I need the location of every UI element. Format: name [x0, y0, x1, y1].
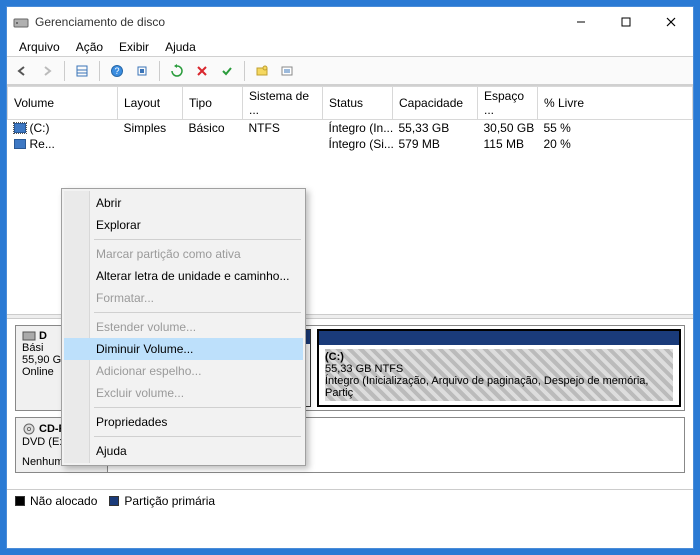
col-type[interactable]: Tipo [183, 87, 243, 120]
cm-delete: Excluir volume... [64, 382, 303, 404]
menu-action[interactable]: Ação [70, 38, 109, 56]
titlebar: Gerenciamento de disco [7, 7, 693, 37]
refresh-icon[interactable] [166, 60, 188, 82]
legend: Não alocado Partição primária [7, 489, 693, 512]
settings-icon[interactable] [131, 60, 153, 82]
content-area: Volume Layout Tipo Sistema de ... Status… [7, 85, 693, 548]
col-capacity[interactable]: Capacidade [393, 87, 478, 120]
swatch-unallocated [15, 496, 25, 506]
delete-icon[interactable] [191, 60, 213, 82]
volume-row[interactable]: Re... Íntegro (Si... 579 MB 115 MB 20 % [8, 136, 693, 152]
help-icon[interactable]: ? [106, 60, 128, 82]
cm-shrink[interactable]: Diminuir Volume... [64, 338, 303, 360]
check-icon[interactable] [216, 60, 238, 82]
col-status[interactable]: Status [323, 87, 393, 120]
list-view-icon[interactable] [71, 60, 93, 82]
table-header: Volume Layout Tipo Sistema de ... Status… [8, 87, 693, 120]
toolbar: ? [7, 57, 693, 85]
cm-add-mirror: Adicionar espelho... [64, 360, 303, 382]
menu-help[interactable]: Ajuda [159, 38, 202, 56]
cm-change-letter[interactable]: Alterar letra de unidade e caminho... [64, 265, 303, 287]
hdd-icon [22, 330, 36, 342]
cm-mark-active: Marcar partição como ativa [64, 243, 303, 265]
disk-mgmt-icon [13, 14, 29, 30]
maximize-button[interactable] [603, 7, 648, 37]
volume-icon [14, 139, 26, 149]
menu-file[interactable]: Arquivo [13, 38, 66, 56]
cm-properties[interactable]: Propriedades [64, 411, 303, 433]
col-free[interactable]: Espaço ... [478, 87, 538, 120]
minimize-button[interactable] [558, 7, 603, 37]
cm-explore[interactable]: Explorar [64, 214, 303, 236]
window: Gerenciamento de disco Arquivo Ação Exib… [6, 6, 694, 549]
col-pfree[interactable]: % Livre [538, 87, 693, 120]
close-button[interactable] [648, 7, 693, 37]
cdrom-icon [22, 422, 36, 436]
cm-open[interactable]: Abrir [64, 192, 303, 214]
swatch-primary [109, 496, 119, 506]
window-title: Gerenciamento de disco [35, 15, 558, 29]
cm-help[interactable]: Ajuda [64, 440, 303, 462]
col-fs[interactable]: Sistema de ... [243, 87, 323, 120]
new-folder-icon[interactable] [251, 60, 273, 82]
properties-icon[interactable] [276, 60, 298, 82]
col-volume[interactable]: Volume [8, 87, 118, 120]
menubar: Arquivo Ação Exibir Ajuda [7, 37, 693, 57]
volume-icon [14, 123, 26, 133]
menu-view[interactable]: Exibir [113, 38, 155, 56]
col-layout[interactable]: Layout [118, 87, 183, 120]
forward-button[interactable] [36, 60, 58, 82]
cm-format: Formatar... [64, 287, 303, 309]
svg-text:?: ? [114, 66, 119, 76]
volume-row[interactable]: (C:) Simples Básico NTFS Íntegro (In... … [8, 120, 693, 137]
context-menu: Abrir Explorar Marcar partição como ativ… [61, 188, 306, 466]
partition-selected[interactable]: (C:) 55,33 GB NTFS Íntegro (Inicializaçã… [317, 329, 681, 407]
cm-extend: Estender volume... [64, 316, 303, 338]
back-button[interactable] [11, 60, 33, 82]
